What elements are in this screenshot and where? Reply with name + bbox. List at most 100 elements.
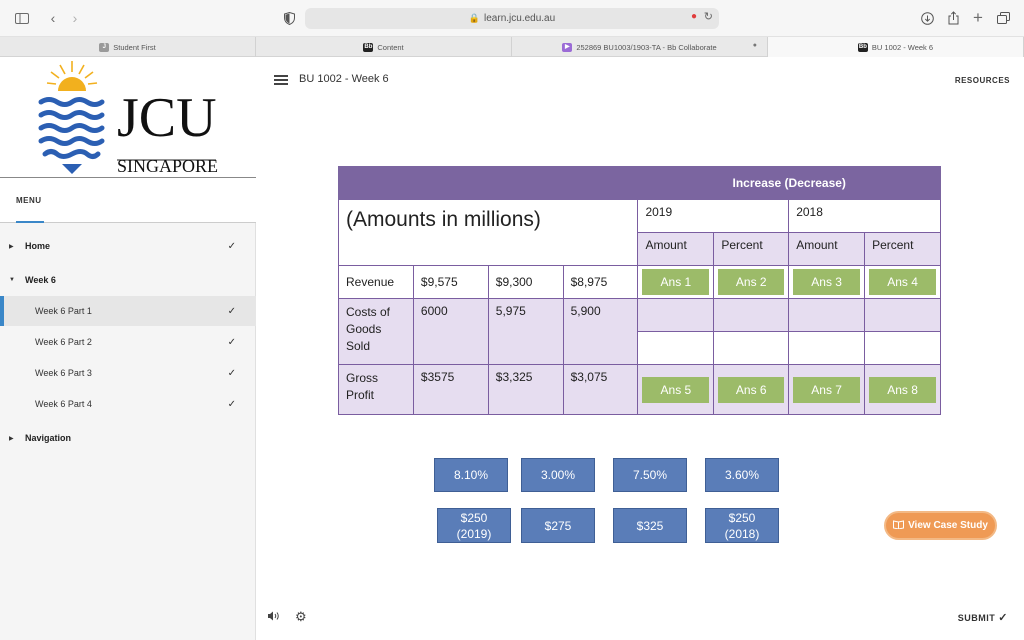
- row-label: Costs of Goods Sold: [338, 298, 414, 365]
- audio-icon[interactable]: [267, 611, 281, 624]
- answer-drop-zone[interactable]: Ans 2: [713, 265, 790, 299]
- sidebar-item-week6-part3[interactable]: Week 6 Part 3 ✓: [0, 358, 256, 388]
- option-tile[interactable]: 3.60%: [705, 458, 779, 492]
- sidebar-item-navigation[interactable]: ▶ Navigation: [0, 423, 256, 453]
- submit-label: SUBMIT: [957, 613, 996, 623]
- address-bar[interactable]: 🔒 learn.jcu.edu.au ● ↻: [305, 8, 719, 29]
- table-row-cogs: Costs of Goods Sold 6000 5,975 5,900: [338, 298, 941, 365]
- main-header: BU 1002 - Week 6 RESOURCES: [256, 58, 1024, 102]
- option-tile[interactable]: $275: [521, 508, 595, 543]
- option-tile[interactable]: 3.00%: [521, 458, 595, 492]
- sidebar-item-label: Week 6 Part 4: [35, 399, 92, 409]
- option-tile[interactable]: $250 (2019): [437, 508, 511, 543]
- privacy-shield-icon[interactable]: [280, 9, 298, 27]
- table-row-gross-profit: Gross Profit $3575 $3,325 $3,075 Ans 5 A…: [338, 364, 941, 415]
- submit-button[interactable]: SUBMIT ✓: [958, 611, 1008, 624]
- col-percent-header: Percent: [713, 232, 790, 266]
- sidebar-item-week6-part1[interactable]: Week 6 Part 1 ✓: [0, 296, 256, 326]
- option-tile[interactable]: $250 (2018): [705, 508, 779, 543]
- sidebar-item-week6-part4[interactable]: Week 6 Part 4 ✓: [0, 389, 256, 419]
- table-heading: Increase (Decrease): [637, 166, 941, 200]
- empty-cell: [713, 331, 790, 365]
- value-cell: $3575: [412, 364, 489, 415]
- tab-collaborate[interactable]: ▶ 252869 BU1003/1903-TA - Bb Collaborate…: [512, 37, 768, 57]
- forward-icon[interactable]: ›: [66, 9, 84, 27]
- value-cell: $3,075: [562, 364, 639, 415]
- sidebar-toggle-icon[interactable]: [13, 9, 31, 27]
- answer-slot[interactable]: Ans 7: [793, 376, 861, 403]
- resources-link[interactable]: RESOURCES: [955, 76, 1010, 85]
- lock-icon: 🔒: [468, 13, 481, 23]
- tab-overview-icon[interactable]: [994, 9, 1012, 27]
- case-study-label: View Case Study: [908, 520, 988, 531]
- tab-student-first[interactable]: J Student First: [0, 37, 256, 57]
- blackboard-favicon-icon: Bb: [363, 42, 374, 52]
- gear-icon[interactable]: ⚙: [295, 609, 307, 625]
- value-cell: 5,975: [487, 298, 564, 365]
- answer-drop-zone[interactable]: Ans 3: [788, 265, 866, 299]
- answer-drop-zone[interactable]: Ans 6: [713, 364, 790, 415]
- sidebar-item-label: Week 6 Part 3: [35, 368, 92, 378]
- option-tile[interactable]: $325: [613, 508, 687, 543]
- microphone-icon[interactable]: ●: [691, 11, 697, 22]
- checkmark-icon: ✓: [227, 305, 236, 317]
- menu-underline: [16, 221, 44, 223]
- amounts-label: (Amounts in millions): [337, 199, 639, 266]
- sidebar: JCU SINGAPORE MENU ▶ Home ✓ ▼ Week 6 Wee…: [0, 58, 256, 640]
- new-tab-icon[interactable]: +: [969, 8, 987, 27]
- tab-label: 252869 BU1003/1903-TA - Bb Collaborate: [576, 42, 717, 52]
- table-row: (Amounts in millions) 2019 2018: [337, 199, 941, 266]
- back-icon[interactable]: ‹: [44, 9, 62, 27]
- answer-drop-zone[interactable]: Ans 8: [864, 364, 941, 415]
- row-label: Gross Profit: [338, 364, 414, 415]
- value-cell: $9,575: [412, 265, 489, 299]
- checkmark-icon: ✓: [998, 612, 1008, 624]
- share-icon[interactable]: [944, 9, 962, 27]
- book-icon: [893, 519, 905, 532]
- checkmark-icon: ✓: [227, 398, 236, 410]
- reload-icon[interactable]: ↻: [704, 10, 713, 23]
- answer-drop-zone[interactable]: Ans 5: [637, 364, 715, 415]
- menu-tab[interactable]: MENU: [0, 178, 256, 223]
- answer-slot[interactable]: Ans 6: [718, 376, 785, 403]
- table-header-blank: [337, 166, 639, 200]
- sidebar-item-label: Week 6 Part 2: [35, 337, 92, 347]
- caret-right-icon: ▶: [9, 243, 14, 250]
- col-amount-header: Amount: [637, 232, 715, 266]
- value-cell: $3,325: [487, 364, 564, 415]
- browser-toolbar: ‹ › 🔒 learn.jcu.edu.au ● ↻ +: [0, 0, 1024, 37]
- answer-slot[interactable]: Ans 5: [642, 376, 710, 403]
- checkmark-icon: ✓: [227, 336, 236, 348]
- answer-slot[interactable]: Ans 3: [793, 269, 861, 295]
- answer-slot[interactable]: Ans 1: [642, 269, 710, 295]
- hamburger-menu-icon[interactable]: [274, 75, 288, 85]
- answer-drop-zone[interactable]: Ans 1: [637, 265, 715, 299]
- table-top-row: Increase (Decrease): [337, 166, 941, 200]
- blackboard-favicon-icon: Bb: [857, 42, 868, 52]
- tab-content[interactable]: Bb Content: [256, 37, 512, 57]
- empty-cell: [637, 298, 715, 332]
- tab-bu1002-week6[interactable]: Bb BU 1002 - Week 6: [768, 37, 1024, 57]
- sidebar-item-week6[interactable]: ▼ Week 6: [0, 265, 256, 295]
- option-tile[interactable]: 7.50%: [613, 458, 687, 492]
- answer-slot[interactable]: Ans 2: [718, 269, 785, 295]
- tab-microphone-icon: ●: [752, 42, 757, 49]
- download-icon[interactable]: [918, 9, 936, 27]
- tab-label: Student First: [113, 42, 156, 52]
- year-2018-header: 2018: [788, 199, 941, 233]
- answer-drop-zone[interactable]: Ans 7: [788, 364, 866, 415]
- value-cell: $9,300: [487, 265, 564, 299]
- view-case-study-button[interactable]: View Case Study: [884, 511, 997, 540]
- caret-right-icon: ▶: [9, 435, 14, 442]
- logo-wordmark: JCU: [117, 87, 217, 149]
- sidebar-item-week6-part2[interactable]: Week 6 Part 2 ✓: [0, 327, 256, 357]
- answer-slot[interactable]: Ans 8: [869, 376, 936, 403]
- answer-slot[interactable]: Ans 4: [869, 269, 936, 295]
- tab-label: Content: [377, 42, 404, 52]
- answer-drop-zone[interactable]: Ans 4: [864, 265, 941, 299]
- jcu-favicon-icon: J: [99, 42, 110, 52]
- empty-cell: [788, 331, 866, 365]
- empty-cell: [864, 298, 941, 332]
- sidebar-item-home[interactable]: ▶ Home ✓: [0, 231, 256, 261]
- option-tile[interactable]: 8.10%: [434, 458, 508, 492]
